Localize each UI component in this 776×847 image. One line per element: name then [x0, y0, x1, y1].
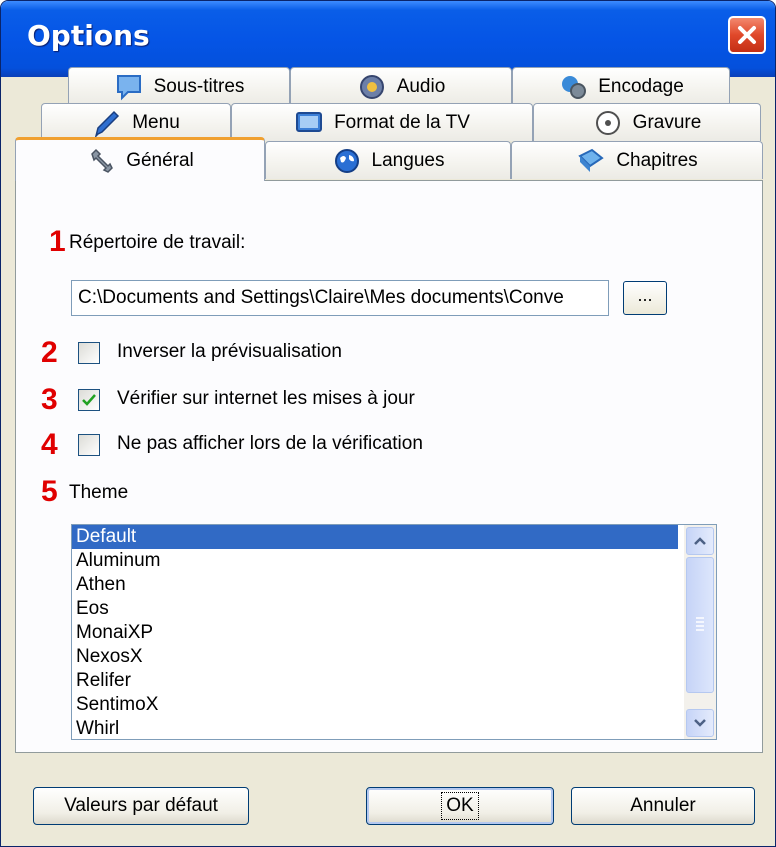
tab-menu[interactable]: Menu	[41, 103, 231, 141]
window-title: Options	[27, 19, 150, 52]
annotation-marker-5: 5	[41, 475, 58, 508]
list-item[interactable]: Eos	[72, 597, 678, 621]
tab-general[interactable]: Général	[15, 137, 265, 181]
browse-button[interactable]: ...	[623, 281, 667, 315]
list-item[interactable]: SentimoX	[72, 693, 678, 717]
globe-icon	[334, 148, 359, 173]
theme-scrollbar[interactable]	[684, 525, 716, 739]
wrench-icon	[91, 148, 114, 173]
list-item[interactable]: MonaiXP	[72, 621, 678, 645]
tab-langues[interactable]: Langues	[265, 141, 511, 179]
tab-label: Audio	[396, 75, 446, 97]
tv-icon	[296, 111, 323, 132]
invert-preview-label: Inverser la prévisualisation	[117, 341, 342, 362]
hide-on-check-label: Ne pas afficher lors de la vérification	[117, 433, 423, 454]
cancel-button-label: Annuler	[630, 795, 696, 816]
check-updates-label: Vérifier sur internet les mises à jour	[117, 388, 415, 409]
tab-label: Encodage	[598, 75, 684, 97]
checkmark-icon	[82, 394, 96, 406]
scroll-thumb[interactable]	[686, 557, 714, 693]
tab-gravure[interactable]: Gravure	[533, 103, 761, 141]
theme-listbox[interactable]: Default Aluminum Athen Eos MonaiXP Nexos…	[71, 524, 717, 740]
chevron-down-icon	[694, 719, 706, 727]
scroll-down-button[interactable]	[686, 709, 714, 737]
ok-button-label: OK	[441, 792, 479, 820]
theme-label: Theme	[69, 482, 129, 503]
gears-globe-icon	[562, 75, 587, 99]
tab-label: Format de la TV	[334, 111, 470, 133]
tab-label: Chapitres	[616, 149, 698, 171]
tab-label: Gravure	[632, 111, 702, 133]
annotation-marker-3: 3	[41, 383, 58, 416]
ok-button[interactable]: OK	[366, 787, 554, 825]
check-updates-checkbox[interactable]	[78, 389, 100, 411]
tab-label: Langues	[371, 149, 445, 171]
invert-preview-checkbox[interactable]	[78, 342, 100, 364]
tab-format-tv[interactable]: Format de la TV	[231, 103, 533, 141]
options-dialog: Options Sous-titres Audio Encodage Menu …	[0, 0, 776, 847]
grip-icon	[696, 617, 704, 631]
annotation-marker-1: 1	[49, 225, 66, 258]
tab-encodage[interactable]: Encodage	[512, 67, 730, 105]
speech-bubble-icon	[116, 74, 141, 100]
speaker-icon	[359, 74, 384, 99]
workdir-label: Répertoire de travail:	[69, 232, 246, 253]
title-bar[interactable]: Options	[1, 1, 775, 77]
workdir-input[interactable]: C:\Documents and Settings\Claire\Mes doc…	[71, 280, 609, 316]
chapter-icon	[578, 148, 605, 172]
tab-label: Menu	[132, 111, 180, 133]
close-button[interactable]	[728, 16, 766, 54]
disc-icon	[595, 110, 620, 135]
annotation-marker-4: 4	[41, 428, 58, 461]
tab-audio[interactable]: Audio	[290, 67, 512, 105]
list-item[interactable]: Whirl	[72, 717, 678, 739]
scroll-up-button[interactable]	[686, 527, 714, 555]
tab-label: Général	[126, 149, 194, 171]
chevron-up-icon	[694, 537, 706, 545]
pencil-icon	[94, 110, 120, 138]
hide-on-check-checkbox[interactable]	[78, 434, 100, 456]
list-item[interactable]: NexosX	[72, 645, 678, 669]
defaults-button[interactable]: Valeurs par défaut	[33, 787, 249, 825]
list-item[interactable]: Aluminum	[72, 549, 678, 573]
annotation-marker-2: 2	[41, 336, 58, 369]
list-item[interactable]: Athen	[72, 573, 678, 597]
list-item[interactable]: Default	[72, 525, 678, 549]
tab-chapitres[interactable]: Chapitres	[511, 141, 763, 179]
defaults-button-label: Valeurs par défaut	[64, 795, 218, 816]
close-icon	[738, 26, 756, 44]
cancel-button[interactable]: Annuler	[571, 787, 755, 825]
tab-sous-titres[interactable]: Sous-titres	[68, 67, 290, 105]
list-item[interactable]: Relifer	[72, 669, 678, 693]
tab-label: Sous-titres	[153, 75, 245, 97]
